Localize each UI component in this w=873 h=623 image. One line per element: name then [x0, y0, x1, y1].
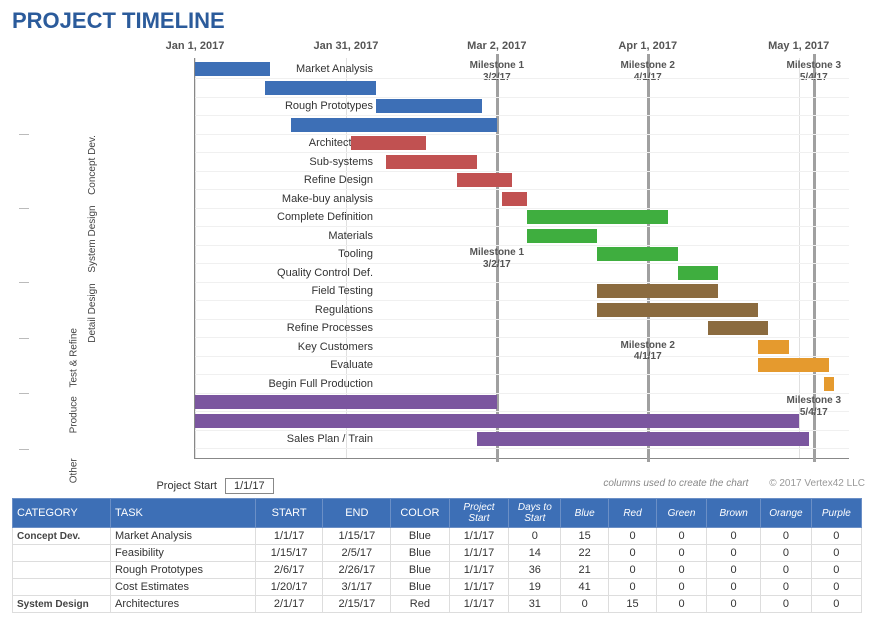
task-label: Make-buy analysis	[213, 190, 373, 208]
table-header: TASK	[110, 499, 255, 528]
table-row[interactable]: Concept Dev.Market Analysis1/1/171/15/17…	[13, 528, 862, 545]
page-title: PROJECT TIMELINE	[0, 0, 873, 34]
project-start-label: Project Start	[12, 480, 225, 492]
task-label: Rough Prototypes	[213, 97, 373, 115]
data-table: CATEGORYTASKSTARTENDCOLORProject StartDa…	[12, 498, 862, 613]
task-label: Evaluate	[213, 356, 373, 374]
task-label: Tooling	[213, 245, 373, 263]
gantt-bar	[708, 321, 768, 335]
gantt-bar	[678, 266, 718, 280]
gantt-bar	[527, 210, 668, 224]
gantt-bar	[376, 99, 482, 113]
task-label: Quality Control Def.	[213, 264, 373, 282]
x-tick: Jan 1, 2017	[166, 40, 225, 52]
task-label: Begin Full Production	[213, 375, 373, 393]
gantt-bar	[457, 173, 512, 187]
gantt-chart: Jan 1, 2017 Jan 31, 2017 Mar 2, 2017 Apr 1,…	[12, 40, 862, 470]
x-tick: May 1, 2017	[768, 40, 829, 52]
task-label: Complete Definition	[213, 208, 373, 226]
gantt-bar	[597, 284, 718, 298]
gantt-bar	[758, 340, 788, 354]
x-tick: Jan 31, 2017	[314, 40, 379, 52]
gantt-bar	[195, 62, 270, 76]
task-label: Materials	[213, 227, 373, 245]
task-label: Key Customers	[213, 338, 373, 356]
gantt-bar	[527, 229, 597, 243]
table-header: CATEGORY	[13, 499, 111, 528]
task-label: Sales Plan / Train	[213, 430, 373, 448]
gantt-bar	[477, 432, 809, 446]
task-label: Sub-systems	[213, 153, 373, 171]
x-tick: Apr 1, 2017	[618, 40, 677, 52]
table-header: Red	[609, 499, 657, 528]
milestone-label-inline: Milestone 13/2/17	[470, 247, 524, 270]
gantt-bar	[502, 192, 527, 206]
task-label: Regulations	[213, 301, 373, 319]
table-header: START	[255, 499, 323, 528]
x-tick: Mar 2, 2017	[467, 40, 526, 52]
milestone-label-inline: Milestone 35/4/17	[787, 395, 841, 418]
task-label: Refine Design	[213, 171, 373, 189]
gantt-bar	[597, 303, 758, 317]
milestone-label: Milestone 24/1/17	[621, 60, 675, 83]
category-label: Detail Design	[87, 276, 98, 350]
table-header: Purple	[811, 499, 861, 528]
task-label: Architectures	[213, 134, 373, 152]
table-header: Brown	[707, 499, 761, 528]
gantt-bar	[195, 395, 497, 409]
milestone-label-inline: Milestone 24/1/17	[621, 340, 675, 363]
table-header: Days to Start	[509, 499, 561, 528]
table-header: Green	[656, 499, 706, 528]
table-header: END	[323, 499, 391, 528]
category-label: Produce	[69, 387, 80, 443]
gantt-bar	[386, 155, 477, 169]
table-header: Blue	[561, 499, 609, 528]
table-row[interactable]: System DesignArchitectures2/1/172/15/17R…	[13, 596, 862, 613]
gantt-bar	[597, 247, 677, 261]
category-label: Concept Dev.	[87, 128, 98, 202]
table-row[interactable]: Feasibility1/15/172/5/17Blue1/1/17142200…	[13, 545, 862, 562]
gantt-bar	[265, 81, 376, 95]
milestone-label: Milestone 13/2/17	[470, 60, 524, 83]
task-label: Refine Processes	[213, 319, 373, 337]
project-start-value[interactable]: 1/1/17	[225, 478, 274, 494]
table-header: Project Start	[449, 499, 509, 528]
category-label: System Design	[87, 202, 98, 276]
gantt-bar	[291, 118, 497, 132]
task-label: Field Testing	[213, 282, 373, 300]
gantt-bar	[351, 136, 426, 150]
gantt-bar	[758, 358, 828, 372]
table-header: Orange	[761, 499, 812, 528]
gantt-bar	[195, 414, 799, 428]
category-label: Test & Refine	[69, 332, 80, 388]
table-row[interactable]: Rough Prototypes2/6/172/26/17Blue1/1/173…	[13, 562, 862, 579]
gantt-bar	[824, 377, 834, 391]
milestone-label: Milestone 35/4/17	[787, 60, 841, 83]
table-header: COLOR	[391, 499, 449, 528]
chart-plot-area: Jan 1, 2017Jan 31, 2017Mar 2, 2017Apr 1,…	[194, 58, 849, 459]
table-row[interactable]: Cost Estimates1/20/173/1/17Blue1/1/17194…	[13, 579, 862, 596]
